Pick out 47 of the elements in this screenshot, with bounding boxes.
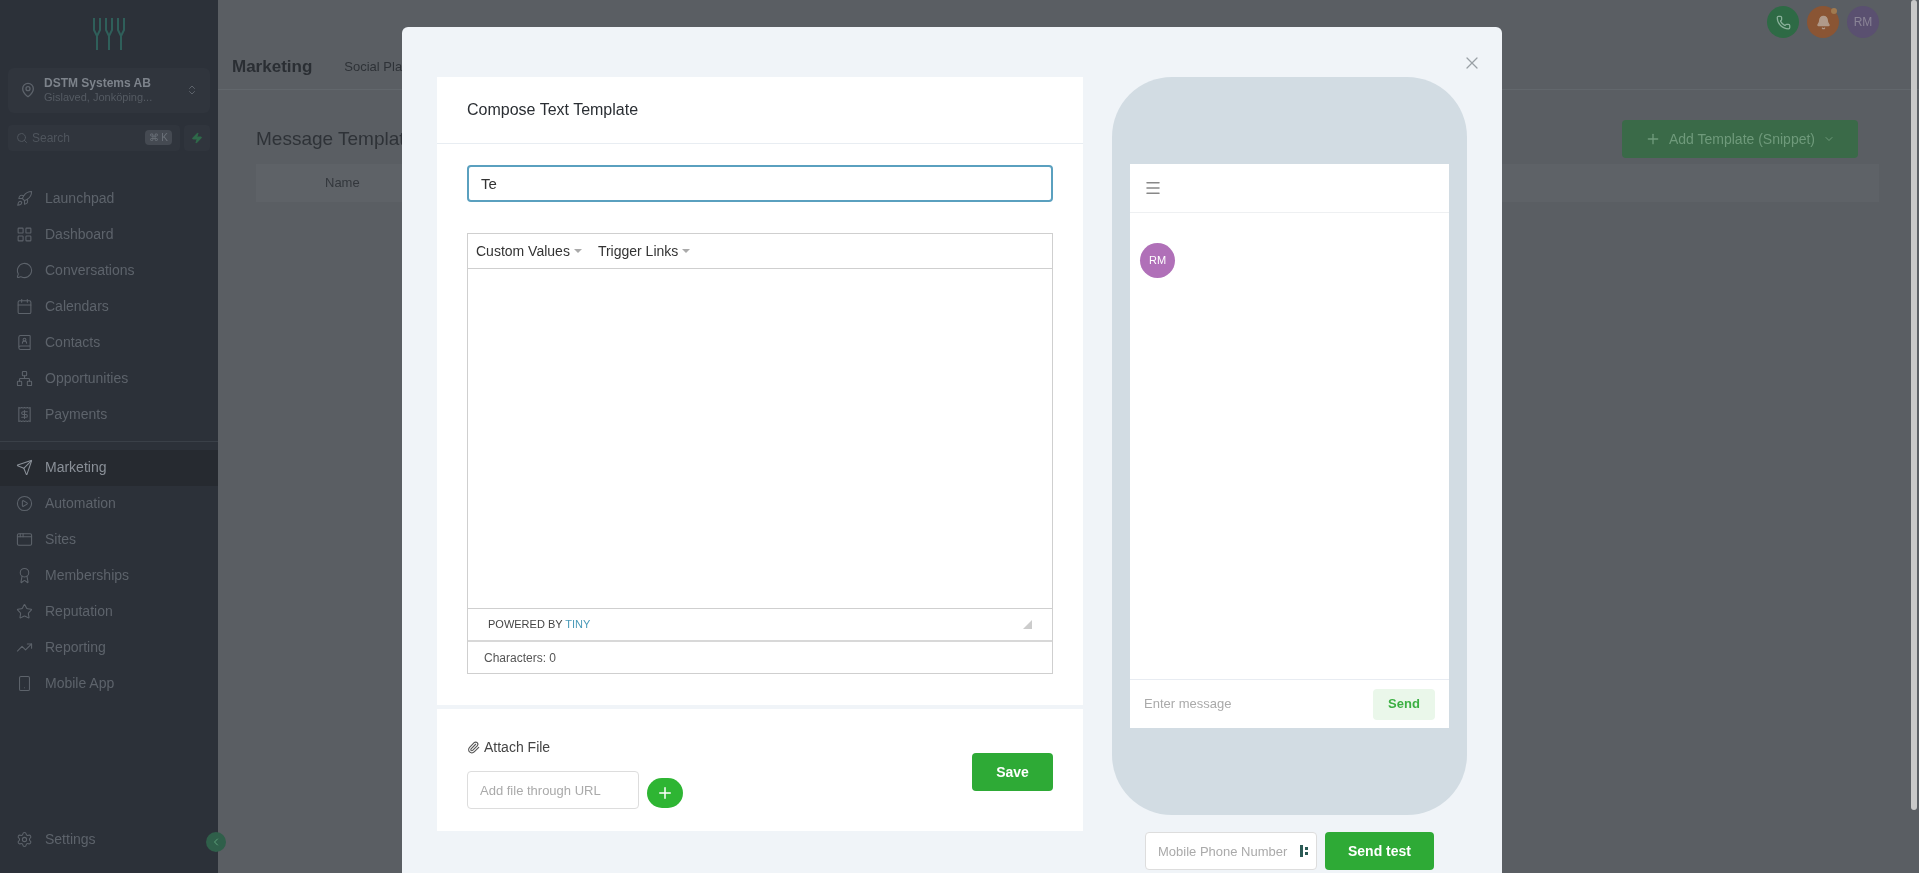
account-name: DSTM Systems AB: [44, 76, 152, 91]
rocket-icon: [16, 190, 33, 208]
template-name-input[interactable]: Te: [467, 165, 1053, 202]
address-book-icon: [16, 334, 33, 352]
collapse-toggle[interactable]: [206, 832, 226, 852]
caret-icon: [573, 249, 582, 253]
nav-item[interactable]: Marketing: [0, 449, 218, 486]
phone-button[interactable]: [1767, 6, 1799, 38]
notifications-button[interactable]: [1807, 6, 1839, 38]
logo-icon: [91, 16, 127, 52]
phone-icon: [16, 675, 33, 693]
toolbar-dropdown[interactable]: Trigger Links: [597, 240, 691, 262]
grid-icon: [16, 226, 33, 244]
contact-avatar: RM: [1140, 243, 1175, 278]
calendar-icon: [16, 298, 33, 316]
card-title: Compose Text Template: [467, 100, 639, 120]
search-icon: [16, 131, 28, 144]
lightning-icon: [191, 131, 203, 144]
add-file-button[interactable]: [647, 777, 683, 808]
file-url-input[interactable]: Add file through URL: [467, 771, 639, 809]
caret-icon: [682, 249, 691, 253]
network-icon: [16, 370, 33, 388]
menu-icon[interactable]: [1144, 179, 1162, 197]
phone-number-input[interactable]: Mobile Phone Number: [1145, 832, 1317, 870]
send-test-button[interactable]: Send test: [1325, 832, 1434, 870]
phone-icon: [1775, 14, 1791, 30]
save-button[interactable]: Save: [972, 753, 1053, 791]
receipt-icon: [16, 406, 33, 424]
message-input[interactable]: Enter message: [1144, 694, 1373, 714]
character-count: Characters: 0: [484, 649, 557, 667]
attach-file-label: Attach File: [484, 738, 551, 757]
chevrons-icon: [186, 84, 198, 97]
send-button[interactable]: Send: [1373, 688, 1435, 720]
paper-plane-icon: [16, 459, 33, 477]
play-circle-icon: [16, 495, 33, 513]
location-pin-icon: [20, 82, 36, 99]
powered-by-text: POWERED BY TINY: [488, 617, 591, 633]
phone-extension-icon: [1300, 845, 1308, 857]
chat-bubble-icon: [16, 262, 33, 280]
paperclip-icon: [467, 741, 480, 754]
resize-handle-icon: [1023, 620, 1032, 629]
toolbar-dropdown[interactable]: Custom Values: [476, 240, 582, 262]
settings-icon: [16, 830, 33, 848]
browser-window-icon: [16, 531, 33, 549]
bell-icon: [1815, 14, 1831, 30]
quick-action-button[interactable]: [184, 124, 210, 151]
star-icon: [16, 603, 33, 621]
